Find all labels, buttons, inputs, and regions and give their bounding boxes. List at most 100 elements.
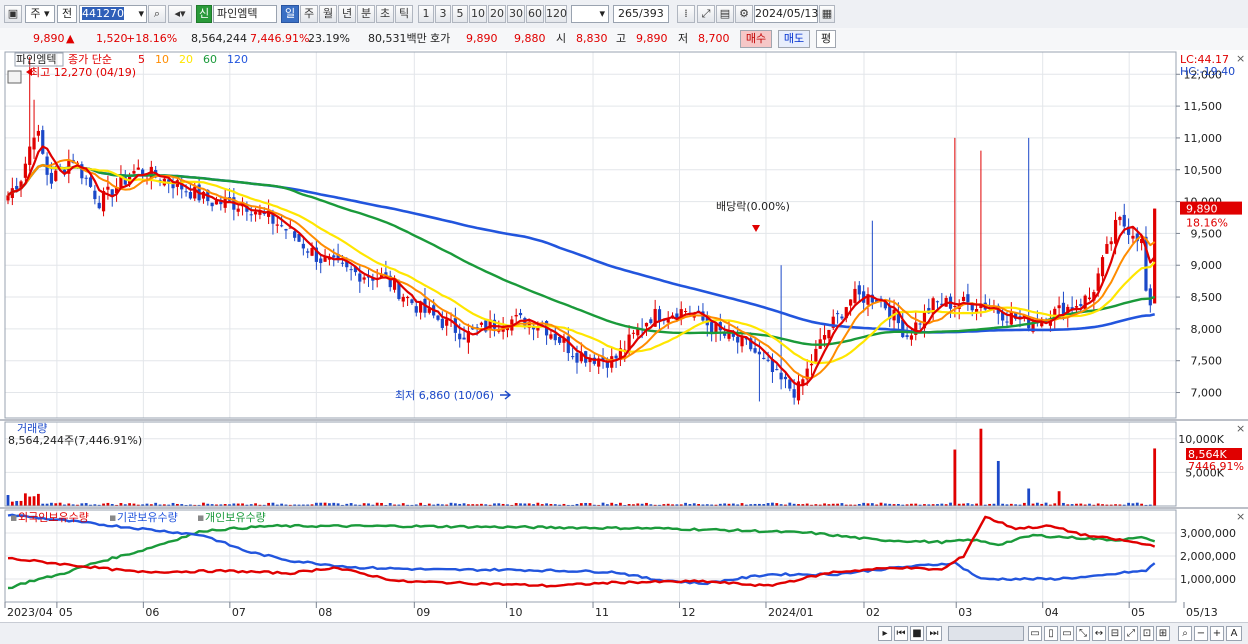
x-axis-label: 08 — [318, 606, 332, 619]
grid-icon[interactable]: ⁞ — [677, 5, 695, 23]
zoom-out-icon[interactable]: − — [1194, 626, 1208, 641]
avg-button[interactable]: 평 — [816, 30, 836, 48]
candle-body — [132, 171, 136, 174]
candle-body — [188, 192, 193, 199]
gear-icon[interactable]: ⚙ — [735, 5, 753, 23]
candle-body — [649, 319, 653, 324]
holdings-legend-1: 기관보유수량 — [117, 511, 178, 524]
hc-label: HC:-19.40 — [1180, 65, 1235, 78]
tool-icon-1[interactable]: ▭ — [1028, 626, 1042, 641]
interval-custom-select[interactable]: ▾ — [571, 5, 609, 23]
code-input[interactable]: 441270 ▾ — [79, 5, 147, 23]
candle-body — [1131, 235, 1135, 239]
change-arrow: ▲ — [66, 32, 75, 45]
candle-body — [249, 214, 253, 216]
prev-label: 전 — [61, 7, 73, 20]
cross-tool-icon[interactable]: ⤢ — [697, 5, 715, 23]
calendar-icon[interactable]: ▦ — [819, 5, 835, 23]
period-button-3[interactable]: 년 — [338, 5, 356, 23]
candle-body — [1057, 305, 1061, 309]
interval-button-60[interactable]: 60 — [526, 5, 544, 23]
stop-icon[interactable]: ■ — [910, 626, 924, 641]
interval-button-30[interactable]: 30 — [507, 5, 525, 23]
quote-strip: 9,890 ▲ 1,520 +18.16% 8,564,244 7,446.91… — [0, 28, 1248, 51]
sell-button[interactable]: 매도 — [778, 30, 810, 48]
amount-value: 80,531백만 — [368, 32, 427, 45]
tool-icon-2[interactable]: ▯ — [1044, 626, 1058, 641]
ma-legend-5: 5 — [138, 53, 145, 66]
interval-button-1[interactable]: 1 — [418, 5, 434, 23]
candle-body — [549, 334, 553, 339]
search-icon[interactable]: ⌕ — [148, 5, 166, 23]
candle-body — [775, 369, 779, 371]
zoom-search-icon[interactable]: ⌕ — [1178, 626, 1192, 641]
candle-body — [753, 348, 757, 353]
save-icon[interactable]: ▤ — [716, 5, 734, 23]
stock-name-field[interactable]: 파인엠텍 — [213, 5, 277, 23]
chevron-down-icon[interactable]: ▾ — [138, 6, 144, 22]
period-button-5[interactable]: 초 — [376, 5, 394, 23]
market-select[interactable]: 주 ▾ — [25, 5, 55, 23]
volume-bar — [979, 428, 983, 506]
tool-icon-6[interactable]: ⊟ — [1108, 626, 1122, 641]
holdings-axis-label: 3,000,000 — [1180, 527, 1236, 540]
tool-icon-3[interactable]: ▭ — [1060, 626, 1074, 641]
high-annotation: 최고 12,270 (04/19) — [30, 66, 136, 79]
stock-chart[interactable]: 2023/04 05 06 07 08 09 10 11 12 2024/01 02 03 04 05 05… — [0, 50, 1248, 622]
prev-select[interactable]: 전 — [57, 5, 77, 23]
period-button-2[interactable]: 월 — [319, 5, 337, 23]
sound-icon[interactable]: ◂▾ — [168, 5, 192, 23]
candle-body — [405, 296, 410, 299]
candle-body — [340, 262, 345, 264]
scrollbar-track[interactable] — [948, 626, 1024, 641]
candle-body — [280, 225, 284, 227]
candle-body — [349, 269, 353, 271]
zoom-in-icon[interactable]: + — [1210, 626, 1224, 641]
candle-body — [32, 137, 36, 150]
interval-button-3[interactable]: 3 — [435, 5, 451, 23]
candle-body — [458, 333, 462, 340]
layout-icon[interactable]: ▣ — [4, 5, 22, 23]
date-field[interactable]: 2024/05/13 — [754, 5, 818, 23]
interval-button-120[interactable]: 120 — [545, 5, 567, 23]
interval-button-10[interactable]: 10 — [469, 5, 487, 23]
candle-body — [358, 273, 362, 282]
bid-price: 9,880 — [514, 32, 546, 45]
period-button-6[interactable]: 틱 — [395, 5, 413, 23]
period-button-1[interactable]: 주 — [300, 5, 318, 23]
scroll-right-icon[interactable]: ▸ — [878, 626, 892, 641]
candle-body — [236, 208, 240, 212]
candle-body — [93, 190, 97, 200]
candle-body — [275, 224, 279, 226]
candle-body — [84, 177, 88, 179]
candle-body — [905, 335, 909, 337]
low-annotation: 최저 6,860 (10/06) — [395, 389, 494, 402]
tool-icon-5[interactable]: ↔ — [1092, 626, 1106, 641]
count-field[interactable]: 265/393 — [613, 5, 669, 23]
candle-body — [1074, 306, 1079, 308]
low-label: 저 — [678, 32, 689, 45]
candle-body — [54, 170, 58, 181]
interval-button-20[interactable]: 20 — [488, 5, 506, 23]
holdings-legend-0: 외국인보유수량 — [18, 511, 89, 524]
candle-body — [210, 202, 214, 207]
forward-icon[interactable]: ⏭ — [926, 626, 942, 641]
period-button-0[interactable]: 일 — [281, 5, 299, 23]
buy-button[interactable]: 매수 — [740, 30, 772, 48]
candle-body — [310, 248, 314, 256]
calendar-icon[interactable] — [7, 70, 22, 84]
interval-button-5[interactable]: 5 — [452, 5, 468, 23]
tool-icon-8[interactable]: ⊡ — [1140, 626, 1154, 641]
tool-icon-9[interactable]: ⊞ — [1156, 626, 1170, 641]
volume-panel-close-icon: × — [1236, 422, 1245, 435]
candle-body — [184, 191, 188, 193]
font-size-icon[interactable]: A — [1226, 626, 1242, 641]
price-axis-label: 9,000 — [1191, 259, 1223, 272]
tool-icon-4[interactable]: ⤡ — [1076, 626, 1090, 641]
last-price-value: 9,890 — [1186, 203, 1218, 216]
x-axis-label: 2024/01 — [768, 606, 814, 619]
tool-icon-7[interactable]: ⤢ — [1124, 626, 1138, 641]
period-button-4[interactable]: 분 — [357, 5, 375, 23]
rewind-icon[interactable]: ⏮ — [894, 626, 908, 641]
candle-body — [28, 146, 32, 165]
